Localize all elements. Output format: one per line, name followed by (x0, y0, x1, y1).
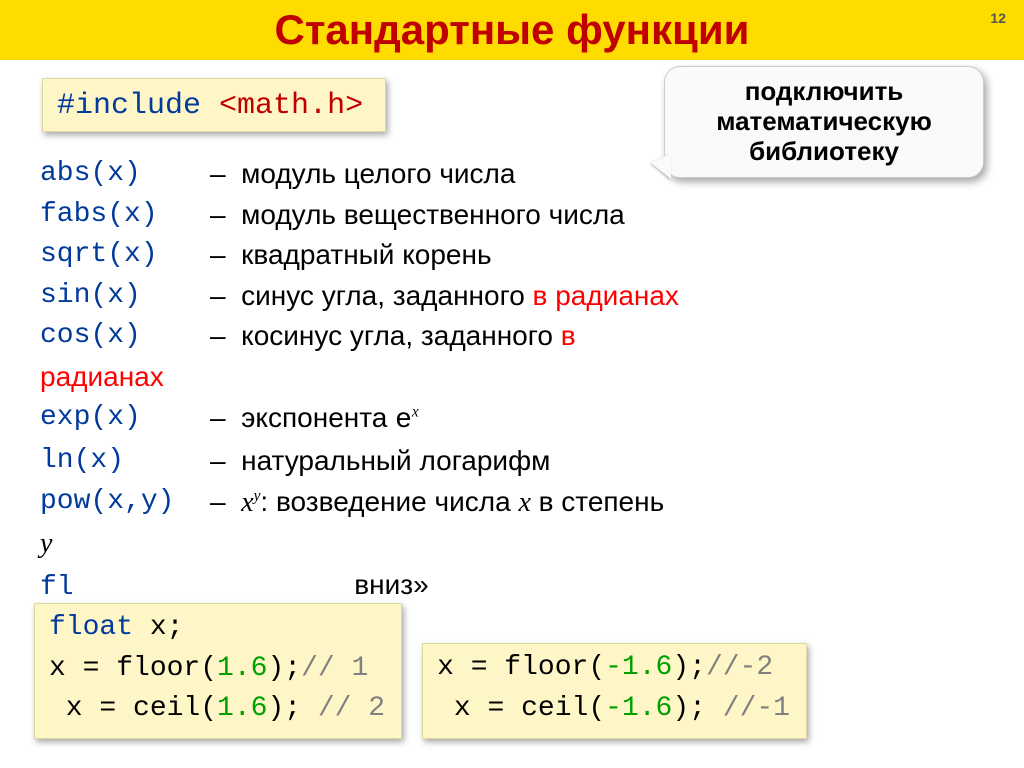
fn-cos: cos(x)– косинус угла, заданного в (40, 316, 984, 357)
slide-content: #include <math.h> подключить математичес… (0, 60, 1024, 652)
fn-sqrt: sqrt(x)– квадратный корень (40, 235, 984, 276)
callout-text: подключить математическую библиотеку (716, 76, 932, 166)
fn-pow-line2: y (40, 523, 984, 565)
example-boxes: float x; x = floor(1.6);// 1 x = ceil(1.… (34, 603, 807, 739)
fn-floor: floor(x) – округление «вниз» (40, 565, 984, 609)
fn-sin: sin(x)– синус угла, заданного в радианах (40, 276, 984, 317)
callout-bubble: подключить математическую библиотеку (664, 66, 984, 178)
codebox-right: x = floor(-1.6);//-2 x = ceil(-1.6); //-… (422, 643, 807, 739)
fn-cos-line2: радианах (40, 357, 984, 398)
include-keyword: #include (57, 89, 201, 123)
slide-header: Стандартные функции 12 (0, 0, 1024, 60)
fn-ln: ln(x)– натуральный логарифм (40, 441, 984, 482)
function-list: abs(x)– модуль целого числа fabs(x)– мод… (40, 154, 984, 652)
fn-fabs: fabs(x)– модуль вещественного числа (40, 195, 984, 236)
include-header: <math.h> (219, 89, 363, 123)
fn-exp: exp(x)– экспонента ex (40, 398, 984, 442)
include-directive: #include <math.h> (42, 78, 386, 132)
fn-pow: pow(x,y)– xy: возведение числа x в степе… (40, 482, 984, 524)
slide-title: Стандартные функции (275, 6, 750, 54)
codebox-left: float x; x = floor(1.6);// 1 x = ceil(1.… (34, 603, 402, 739)
page-number: 12 (990, 10, 1006, 26)
